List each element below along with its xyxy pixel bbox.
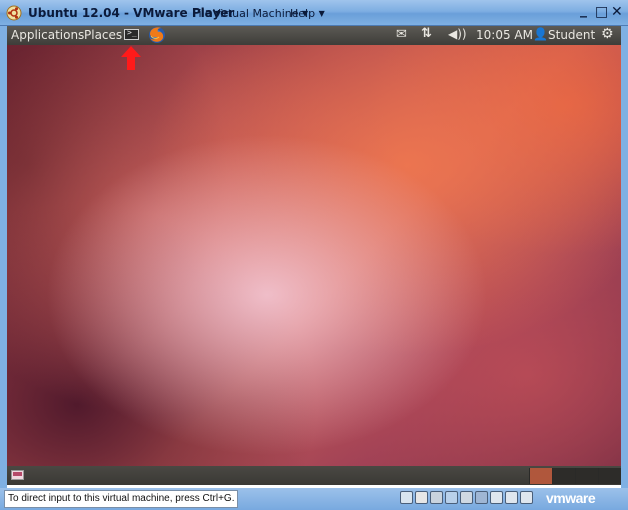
- places-menu[interactable]: Places: [84, 28, 122, 42]
- device-slot-icon[interactable]: [520, 491, 533, 504]
- window-frame-right: [621, 26, 628, 488]
- printer-icon[interactable]: [460, 491, 473, 504]
- ubuntu-bottom-panel: [7, 466, 621, 485]
- workspace-4[interactable]: [598, 468, 621, 484]
- window-frame-left: [0, 26, 7, 488]
- applications-menu[interactable]: Applications: [11, 28, 84, 42]
- status-message: To direct input to this virtual machine,…: [4, 490, 239, 508]
- workspace-2[interactable]: [552, 468, 575, 484]
- volume-icon[interactable]: ◀)): [448, 27, 467, 41]
- clock[interactable]: 10:05 AM: [476, 28, 533, 42]
- show-desktop-icon[interactable]: [11, 470, 24, 480]
- workspace-1[interactable]: [529, 468, 552, 484]
- mail-icon[interactable]: ✉: [396, 27, 407, 42]
- network-icon[interactable]: ⇅: [421, 26, 432, 41]
- vmware-logo: vmware: [546, 490, 596, 506]
- guest-display[interactable]: Applications Places >_ ✉ ⇅ ◀)) 10:05 AM …: [7, 26, 621, 488]
- vmware-statusbar: To direct input to this virtual machine,…: [0, 488, 628, 510]
- cd-drive-icon[interactable]: [415, 491, 428, 504]
- usb-icon[interactable]: [475, 491, 488, 504]
- desktop-wallpaper[interactable]: [7, 45, 621, 466]
- user-icon: 👤: [533, 27, 548, 41]
- network-adapter-icon[interactable]: [445, 491, 458, 504]
- terminal-icon[interactable]: >_: [124, 28, 139, 40]
- user-menu[interactable]: Student: [548, 28, 595, 42]
- sound-icon[interactable]: [490, 491, 503, 504]
- vmware-titlebar[interactable]: Ubuntu 12.04 - VMware Player File ▼ Virt…: [0, 0, 628, 26]
- floppy-icon[interactable]: [430, 491, 443, 504]
- firefox-icon[interactable]: [148, 26, 166, 44]
- ubuntu-top-panel: Applications Places >_ ✉ ⇅ ◀)) 10:05 AM …: [7, 26, 621, 45]
- close-button[interactable]: ✕: [611, 4, 623, 20]
- menu-help[interactable]: Help ▼: [290, 7, 325, 20]
- menu-file-label: File: [193, 7, 212, 20]
- red-arrow-annotation-icon: [121, 46, 141, 70]
- gear-icon[interactable]: ⚙: [601, 26, 614, 42]
- hard-disk-icon[interactable]: [400, 491, 413, 504]
- minimize-button[interactable]: _: [580, 2, 587, 18]
- terminal-prompt-glyph: >_: [127, 28, 137, 37]
- device-slot-icon[interactable]: [505, 491, 518, 504]
- chevron-down-icon: ▼: [318, 9, 325, 18]
- ubuntu-app-icon: [6, 5, 22, 21]
- workspace-3[interactable]: [575, 468, 598, 484]
- maximize-button[interactable]: □: [595, 4, 608, 20]
- menu-virtual-machine-label: Virtual Machine: [213, 7, 299, 20]
- menu-help-label: Help: [290, 7, 316, 20]
